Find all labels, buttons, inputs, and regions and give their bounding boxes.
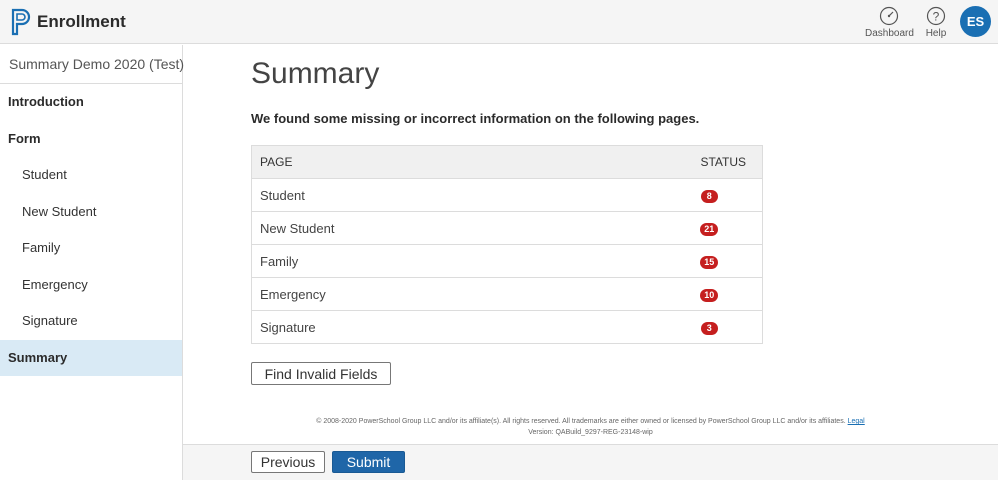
find-invalid-fields-button[interactable]: Find Invalid Fields xyxy=(251,362,391,385)
help-label: Help xyxy=(925,28,947,39)
footer-copyright-line: © 2008-2020 PowerSchool Group LLC and/or… xyxy=(183,416,998,427)
sidebar-item-introduction[interactable]: Introduction xyxy=(0,84,182,121)
error-count-badge: 3 xyxy=(700,322,718,335)
row-page-name: New Student xyxy=(251,211,663,245)
sidebar-item-signature[interactable]: Signature xyxy=(0,303,182,340)
previous-button[interactable]: Previous xyxy=(251,451,325,473)
column-header-page: PAGE xyxy=(251,145,663,179)
validation-message: We found some missing or incorrect infor… xyxy=(251,111,700,126)
dashboard-gauge-icon xyxy=(879,6,899,26)
table-row[interactable]: Family 15 xyxy=(251,244,763,278)
error-count-badge: 10 xyxy=(700,289,719,302)
table-row[interactable]: Emergency 10 xyxy=(251,277,763,311)
legal-link[interactable]: Legal xyxy=(848,418,865,425)
submit-button[interactable]: Submit xyxy=(332,451,405,473)
table-row[interactable]: Signature 3 xyxy=(251,310,763,344)
sidebar-form-title: Summary Demo 2020 (Test) xyxy=(0,45,184,84)
app-title: Enrollment xyxy=(37,12,126,31)
top-bar: Enrollment Dashboard ? Help ES xyxy=(0,0,998,44)
error-count-badge: 15 xyxy=(700,256,719,269)
user-avatar[interactable]: ES xyxy=(960,6,991,37)
page-title: Summary xyxy=(251,57,380,90)
sidebar-item-family[interactable]: Family xyxy=(0,230,182,267)
sidebar: Summary Demo 2020 (Test) Introduction Fo… xyxy=(0,45,184,480)
table-row[interactable]: New Student 21 xyxy=(251,211,763,245)
dashboard-label: Dashboard xyxy=(865,28,914,39)
error-count-badge: 21 xyxy=(700,223,719,236)
footer: © 2008-2020 PowerSchool Group LLC and/or… xyxy=(183,416,998,438)
error-count-badge: 8 xyxy=(700,190,718,203)
help-button[interactable]: ? Help xyxy=(922,6,950,39)
sidebar-item-emergency[interactable]: Emergency xyxy=(0,267,182,304)
version-text: Version: QABuild_9297-REG-23148-wip xyxy=(528,429,653,436)
row-page-name: Emergency xyxy=(251,277,663,311)
row-page-name: Signature xyxy=(251,310,663,344)
svg-text:?: ? xyxy=(933,10,940,24)
row-page-name: Student xyxy=(251,178,663,212)
sidebar-item-summary[interactable]: Summary xyxy=(0,339,182,376)
table-row[interactable]: Student 8 xyxy=(251,178,763,212)
sidebar-item-form[interactable]: Form xyxy=(0,121,182,158)
sidebar-item-new-student[interactable]: New Student xyxy=(0,194,182,231)
sidebar-item-student[interactable]: Student xyxy=(0,157,182,194)
dashboard-button[interactable]: Dashboard xyxy=(865,6,914,39)
column-header-status: STATUS xyxy=(662,145,763,179)
table-header-row: PAGE STATUS xyxy=(251,145,763,179)
bottom-action-bar: Previous Submit xyxy=(183,444,998,480)
powerschool-logo-icon xyxy=(11,8,31,36)
row-page-name: Family xyxy=(251,244,663,278)
copyright-text: © 2008-2020 PowerSchool Group LLC and/or… xyxy=(316,418,846,425)
status-table: PAGE STATUS Student 8 New Student 21 Fam… xyxy=(251,145,763,344)
help-question-icon: ? xyxy=(926,6,946,26)
